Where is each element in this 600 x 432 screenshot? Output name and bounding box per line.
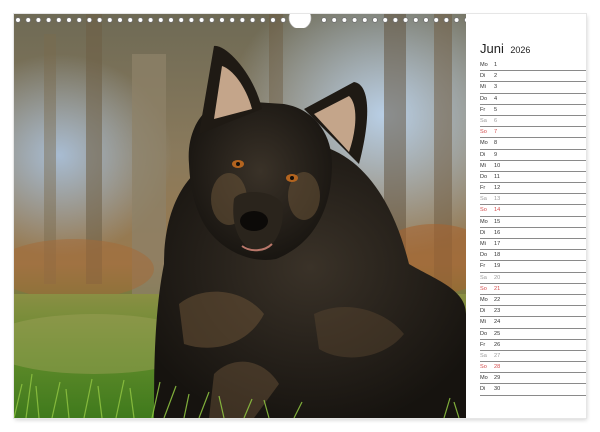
day-row: Fr 5 [480,105,586,116]
weekday-label: So [480,129,487,136]
day-list: Mo 1 Di 2 Mi 3 Do 4 Fr 5 Sa 6 So 7 Mo 8 Di 9 Mi 10 Do 11 Fr 12 S… [480,60,586,396]
weekday-label: So [480,207,487,214]
day-number: 10 [494,162,501,169]
day-number: 13 [494,196,501,203]
weekday-label: Fr [480,263,486,270]
day-row: Sa 6 [480,116,586,128]
day-number: 23 [494,308,501,315]
year-label: 2026 [510,45,531,55]
day-number: 6 [494,117,498,124]
weekday-label: Do [480,95,488,102]
day-number: 21 [494,285,501,292]
day-number: 9 [494,151,498,158]
weekday-label: Do [480,252,488,259]
day-row: Mo 15 [480,217,586,228]
weekday-label: Mi [480,84,486,91]
weekday-label: Mo [480,218,488,225]
day-number: 27 [494,352,501,359]
day-number: 24 [494,319,501,326]
weekday-label: Sa [480,274,487,281]
weekday-label: Di [480,386,486,393]
day-number: 3 [494,84,498,91]
weekday-label: Di [480,229,486,236]
day-row: Do 18 [480,250,586,262]
day-row: So 7 [480,127,586,139]
weekday-label: Mo [480,140,488,147]
day-number: 1 [494,62,498,68]
day-number: 5 [494,106,498,113]
day-row: Fr 12 [480,183,586,195]
weekday-label: Fr [480,185,486,192]
day-row: Mo 22 [480,295,586,307]
day-row: Sa 20 [480,273,586,284]
day-number: 29 [494,375,501,382]
dog-photo [14,14,466,418]
day-row: So 21 [480,284,586,295]
calendar-header: Juni 2026 [480,40,530,58]
day-number: 12 [494,185,501,192]
day-number: 8 [494,140,498,147]
day-row: Mi 3 [480,82,586,94]
day-row: Di 23 [480,306,586,318]
weekday-label: So [480,364,487,371]
day-row: Fr 19 [480,261,586,273]
day-row: Di 2 [480,71,586,83]
day-number: 20 [494,274,501,281]
day-number: 22 [494,296,501,303]
weekday-label: Mi [480,319,486,326]
day-row: So 28 [480,362,586,374]
weekday-label: Do [480,330,488,337]
day-row: Mo 8 [480,138,586,150]
day-number: 19 [494,263,501,270]
day-row: Sa 27 [480,351,586,363]
day-row: Do 11 [480,172,586,184]
day-number: 14 [494,207,501,214]
weekday-label: Mo [480,296,488,303]
day-number: 2 [494,73,498,80]
day-row: Sa 13 [480,194,586,206]
weekday-label: Di [480,73,486,80]
day-row: So 14 [480,205,586,217]
weekday-label: Fr [480,341,486,348]
day-row: Mo 1 [480,60,586,72]
weekday-label: Sa [480,352,487,359]
day-number: 15 [494,218,501,225]
weekday-label: Mo [480,375,488,382]
day-number: 16 [494,229,501,236]
weekday-label: So [480,285,487,292]
day-row: Do 25 [480,329,586,340]
day-number: 7 [494,129,498,136]
weekday-label: Sa [480,196,487,203]
calendar-page: Juni 2026 Mo 1 Di 2 Mi 3 Do 4 Fr 5 Sa 6 So 7 Mo 8 Di 9 Mi 1… [14,14,586,418]
weekday-label: Mi [480,162,486,169]
day-row: Di 16 [480,228,586,239]
day-number: 11 [494,173,500,180]
day-row: Do 4 [480,94,586,105]
weekday-label: Mo [480,62,488,68]
day-row: Mi 10 [480,161,586,172]
day-row: Mi 24 [480,317,586,329]
day-number: 25 [494,330,501,337]
weekday-label: Di [480,151,486,158]
day-row: Fr 26 [480,340,586,351]
weekday-label: Fr [480,106,486,113]
day-number: 28 [494,364,501,371]
day-row: Mo 29 [480,373,586,385]
day-number: 18 [494,252,501,259]
weekday-label: Di [480,308,486,315]
weekday-label: Mi [480,241,486,247]
day-number: 26 [494,341,501,348]
weekday-label: Sa [480,117,487,124]
day-number: 4 [494,95,498,102]
month-label: Juni [480,41,504,56]
day-number: 17 [494,241,501,247]
weekday-label: Do [480,173,488,180]
day-number: 30 [494,386,501,393]
day-row: Di 30 [480,384,586,396]
calendar-panel: Juni 2026 Mo 1 Di 2 Mi 3 Do 4 Fr 5 Sa 6 So 7 Mo 8 Di 9 Mi 1… [466,14,586,418]
day-row: Mi 17 [480,239,586,251]
day-row: Di 9 [480,150,586,161]
